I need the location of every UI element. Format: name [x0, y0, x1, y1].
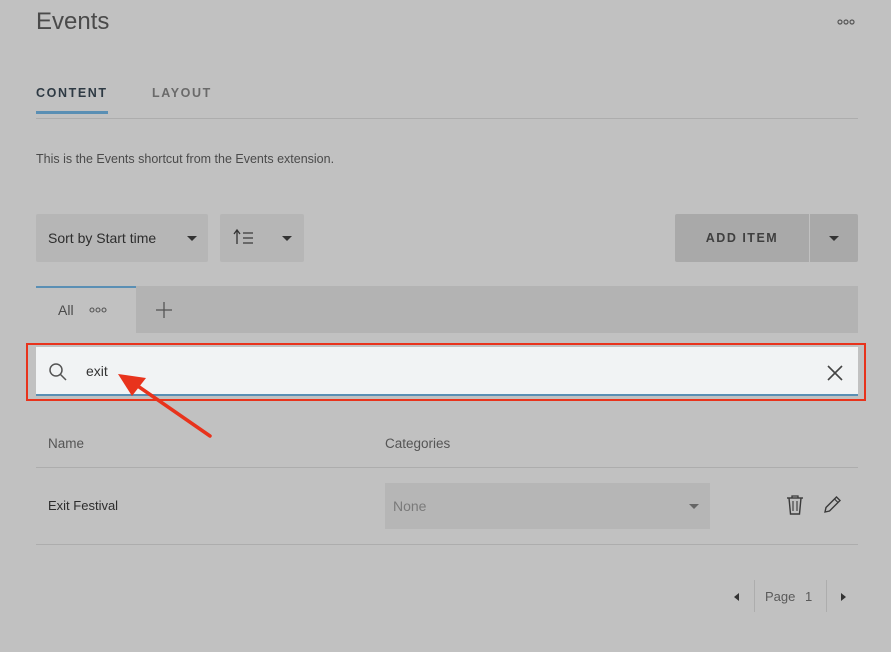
- pager-divider: [754, 580, 755, 612]
- sort-ascending-icon: [233, 228, 253, 244]
- add-item-label: ADD ITEM: [705, 231, 779, 245]
- edit-pencil-icon[interactable]: [821, 494, 843, 516]
- chevron-down-icon: [689, 504, 699, 509]
- add-filter-icon[interactable]: [150, 296, 178, 324]
- page-title: Events: [36, 8, 110, 35]
- current-page-number: 1: [805, 589, 813, 604]
- chevron-down-icon: [282, 236, 292, 241]
- annotation-arrow: [118, 374, 212, 438]
- description-text: This is the Events shortcut from the Eve…: [36, 152, 335, 166]
- filter-all-label: All: [58, 302, 74, 318]
- category-select[interactable]: None: [385, 483, 710, 529]
- sort-label: Sort by Start time: [48, 230, 157, 246]
- chevron-down-icon: [187, 236, 197, 241]
- category-value: None: [393, 498, 427, 514]
- tab-content[interactable]: CONTENT: [36, 86, 108, 114]
- filter-options-icon[interactable]: [89, 307, 107, 313]
- pager-label: Page: [765, 589, 796, 604]
- column-header-categories: Categories: [385, 436, 451, 451]
- pager-divider: [826, 580, 827, 612]
- next-page-icon[interactable]: [834, 588, 852, 606]
- sort-order-dropdown[interactable]: [220, 214, 304, 262]
- chevron-down-icon: [829, 236, 839, 241]
- sort-dropdown[interactable]: Sort by Start time: [36, 214, 208, 262]
- filter-tab-all[interactable]: All: [36, 286, 136, 333]
- row-name: Exit Festival: [48, 498, 119, 513]
- trash-icon[interactable]: [784, 494, 806, 516]
- column-header-name: Name: [48, 436, 85, 451]
- tab-layout[interactable]: LAYOUT: [152, 86, 212, 114]
- add-item-menu-button[interactable]: [810, 214, 858, 262]
- more-options-icon[interactable]: [836, 12, 856, 32]
- divider: [36, 467, 858, 468]
- tab-bar: CONTENT LAYOUT: [36, 86, 858, 119]
- previous-page-icon[interactable]: [728, 588, 746, 606]
- add-item-button[interactable]: ADD ITEM: [675, 214, 809, 262]
- divider: [36, 544, 858, 545]
